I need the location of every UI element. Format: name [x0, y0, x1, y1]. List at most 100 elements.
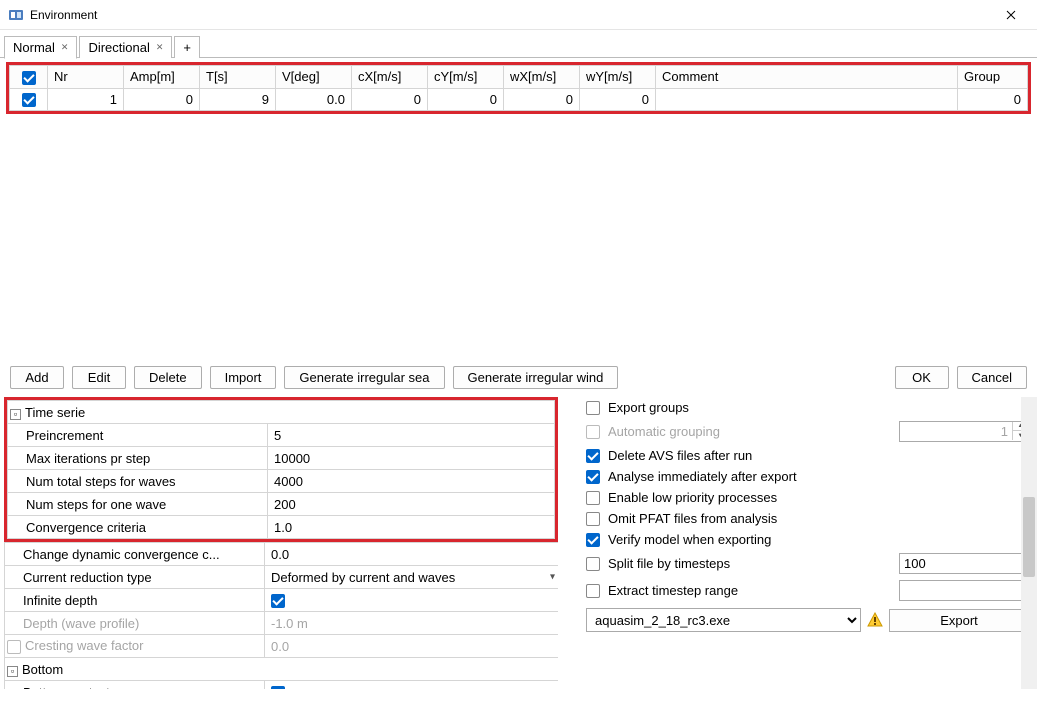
add-button[interactable]: Add — [10, 366, 64, 389]
tab-strip: Normal ✕ Directional ✕ + — [0, 30, 1037, 58]
infinite-depth-checkbox[interactable] — [271, 594, 285, 608]
cell-v[interactable]: 0.0 — [276, 88, 352, 111]
section-header-time-serie[interactable]: ▫ Time serie — [8, 401, 555, 424]
change-dynamic-convergence-value[interactable]: 0.0 — [265, 543, 559, 566]
checkbox-icon[interactable] — [586, 449, 600, 463]
preincrement-value[interactable]: 5 — [268, 424, 555, 447]
col-nr[interactable]: Nr — [48, 66, 124, 89]
cresting-wave-factor-value: 0.0 — [265, 635, 559, 658]
cell-comment[interactable] — [656, 88, 958, 111]
scrollbar-thumb[interactable] — [1023, 497, 1035, 577]
checkbox-icon[interactable] — [586, 401, 600, 415]
tab-close-icon[interactable]: ✕ — [156, 42, 164, 53]
extract-timestep-label: Extract timestep range — [608, 583, 891, 598]
executable-dropdown[interactable]: aquasim_2_18_rc3.exe — [586, 608, 861, 632]
num-steps-one-wave-value[interactable]: 200 — [268, 493, 555, 516]
checkbox-icon[interactable] — [586, 512, 600, 526]
time-serie-section: ▫ Time serie Preincrement5 Max iterations… — [4, 397, 558, 542]
automatic-grouping-label: Automatic grouping — [608, 424, 891, 439]
delete-button[interactable]: Delete — [134, 366, 202, 389]
toolbar: Add Edit Delete Import Generate irregula… — [0, 366, 1037, 389]
extract-timestep-option[interactable]: Extract timestep range — [586, 577, 1029, 604]
col-amp[interactable]: Amp[m] — [124, 66, 200, 89]
collapse-icon[interactable]: ▫ — [10, 409, 21, 420]
convergence-criteria-value[interactable]: 1.0 — [268, 516, 555, 539]
col-comment[interactable]: Comment — [656, 66, 958, 89]
verify-model-option[interactable]: Verify model when exporting — [586, 529, 1029, 550]
checkbox-icon[interactable] — [586, 557, 600, 571]
analyse-immediately-option[interactable]: Analyse immediately after export — [586, 466, 1029, 487]
section-header-bottom[interactable]: ▫ Bottom — [5, 658, 559, 681]
infinite-depth-checkbox-cell[interactable] — [265, 589, 559, 612]
close-button[interactable] — [988, 0, 1033, 29]
tab-close-icon[interactable]: ✕ — [61, 42, 69, 53]
checkbox-icon[interactable] — [586, 491, 600, 505]
cell-group[interactable]: 0 — [958, 88, 1028, 111]
convergence-criteria-label: Convergence criteria — [8, 516, 268, 539]
cell-t[interactable]: 9 — [200, 88, 276, 111]
cell-cx[interactable]: 0 — [352, 88, 428, 111]
spinner-value: 1 — [900, 422, 1012, 441]
cell-nr[interactable]: 1 — [48, 88, 124, 111]
current-reduction-type-dropdown[interactable]: Deformed by current and waves — [265, 566, 559, 589]
cell-wy[interactable]: 0 — [580, 88, 656, 111]
split-file-option[interactable]: Split file by timesteps — [586, 550, 1029, 577]
cell-wx[interactable]: 0 — [504, 88, 580, 111]
depth-wave-profile-label: Depth (wave profile) — [5, 612, 265, 635]
section-title: Time serie — [25, 405, 85, 420]
checkbox-icon[interactable] — [586, 470, 600, 484]
cancel-button[interactable]: Cancel — [957, 366, 1027, 389]
collapse-icon[interactable]: ▫ — [7, 666, 18, 677]
extract-timestep-input[interactable] — [899, 580, 1029, 601]
import-button[interactable]: Import — [210, 366, 277, 389]
table-row[interactable]: 1 0 9 0.0 0 0 0 0 0 — [10, 88, 1028, 111]
low-priority-option[interactable]: Enable low priority processes — [586, 487, 1029, 508]
checkbox-icon[interactable] — [586, 584, 600, 598]
select-all-checkbox[interactable] — [22, 71, 36, 85]
generate-irregular-sea-button[interactable]: Generate irregular sea — [284, 366, 444, 389]
delete-avs-label: Delete AVS files after run — [608, 448, 1029, 463]
num-total-steps-label: Num total steps for waves — [8, 470, 268, 493]
split-file-label: Split file by timesteps — [608, 556, 891, 571]
window-title: Environment — [30, 8, 988, 22]
export-button[interactable]: Export — [889, 609, 1029, 632]
split-file-input[interactable] — [899, 553, 1029, 574]
wave-table: Nr Amp[m] T[s] V[deg] cX[m/s] cY[m/s] wX… — [6, 62, 1031, 114]
num-total-steps-value[interactable]: 4000 — [268, 470, 555, 493]
tab-directional[interactable]: Directional ✕ — [79, 36, 172, 58]
max-iterations-value[interactable]: 10000 — [268, 447, 555, 470]
edit-button[interactable]: Edit — [72, 366, 126, 389]
col-cy[interactable]: cY[m/s] — [428, 66, 504, 89]
col-v[interactable]: V[deg] — [276, 66, 352, 89]
delete-avs-option[interactable]: Delete AVS files after run — [586, 445, 1029, 466]
omit-pfat-option[interactable]: Omit PFAT files from analysis — [586, 508, 1029, 529]
current-reduction-type-label: Current reduction type — [5, 566, 265, 589]
title-bar: Environment — [0, 0, 1037, 30]
col-wy[interactable]: wY[m/s] — [580, 66, 656, 89]
checkbox-icon[interactable] — [586, 533, 600, 547]
omit-pfat-label: Omit PFAT files from analysis — [608, 511, 1029, 526]
tab-label: Normal — [13, 40, 55, 55]
row-checkbox[interactable] — [22, 93, 36, 107]
tab-normal[interactable]: Normal ✕ — [4, 36, 77, 59]
col-t[interactable]: T[s] — [200, 66, 276, 89]
section-title: Bottom — [22, 662, 63, 677]
scrollbar[interactable] — [1021, 397, 1037, 689]
num-steps-one-wave-label: Num steps for one wave — [8, 493, 268, 516]
generate-irregular-wind-button[interactable]: Generate irregular wind — [453, 366, 619, 389]
col-cx[interactable]: cX[m/s] — [352, 66, 428, 89]
tab-add[interactable]: + — [174, 36, 200, 58]
ok-button[interactable]: OK — [895, 366, 949, 389]
preincrement-label: Preincrement — [8, 424, 268, 447]
bottom-contact-checkbox-cell[interactable] — [265, 681, 559, 690]
col-wx[interactable]: wX[m/s] — [504, 66, 580, 89]
col-group[interactable]: Group — [958, 66, 1028, 89]
cell-cy[interactable]: 0 — [428, 88, 504, 111]
infinite-depth-label: Infinite depth — [5, 589, 265, 612]
cell-amp[interactable]: 0 — [124, 88, 200, 111]
bottom-contact-checkbox[interactable] — [271, 686, 285, 689]
bottom-contact-label: Bottom contact — [5, 681, 265, 690]
export-row: aquasim_2_18_rc3.exe Export — [586, 608, 1029, 632]
max-iterations-label: Max iterations pr step — [8, 447, 268, 470]
export-groups-option[interactable]: Export groups — [586, 397, 1029, 418]
